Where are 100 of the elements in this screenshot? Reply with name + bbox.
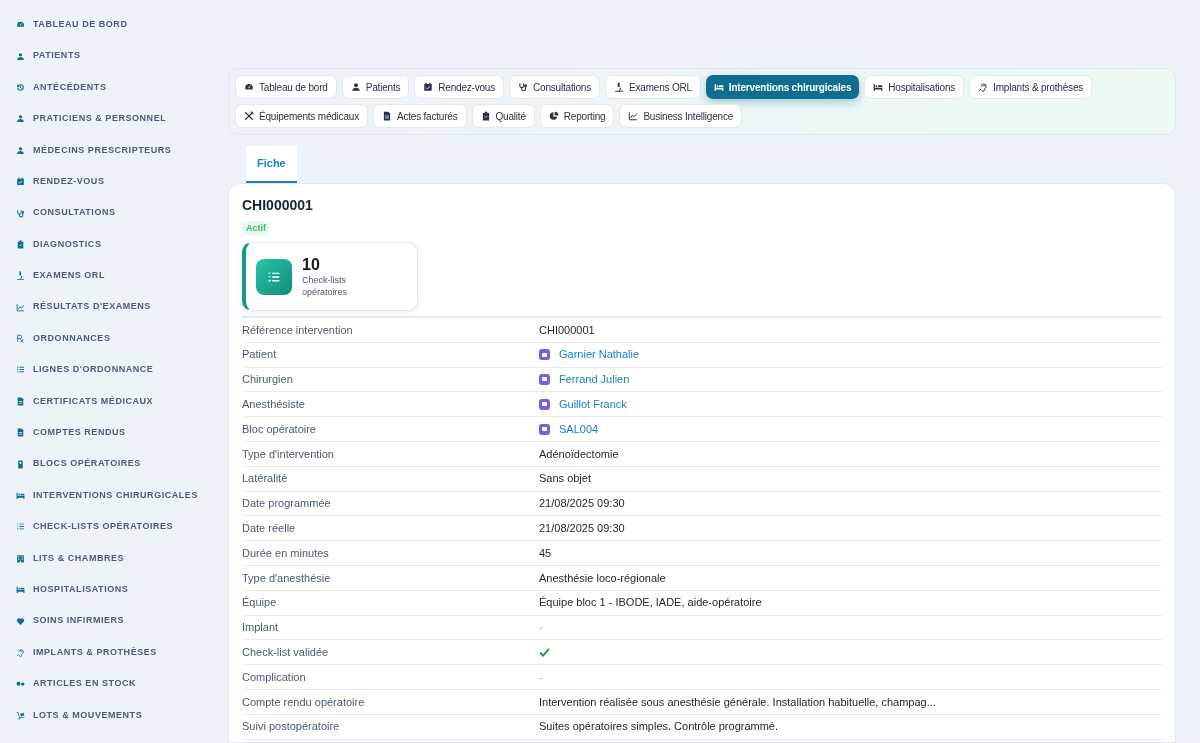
bed-icon <box>713 82 724 92</box>
sidebar-item[interactable]: LITS & CHAMBRES <box>0 542 215 575</box>
document-icon <box>16 396 25 406</box>
field-link[interactable]: Guillot Franck <box>559 396 627 413</box>
sidebar-item[interactable]: SOINS INFIRMIERS <box>0 605 215 637</box>
record-icon <box>539 398 550 410</box>
module-tab[interactable]: Interventions chirurgicales <box>705 75 860 99</box>
module-tab[interactable]: Reporting <box>539 104 615 128</box>
sidebar-item[interactable]: MÉDECINS PRESCRIPTEURS <box>0 134 215 166</box>
field-value: Suites opératoires simples. Contrôle programmé. <box>539 719 779 735</box>
heart-icon <box>16 616 25 626</box>
sidebar-item[interactable]: HOSPITALISATIONS <box>0 574 215 606</box>
bed-icon <box>873 82 884 92</box>
checklist-icon <box>16 522 25 532</box>
field-label: Type d'anesthésie <box>242 570 332 586</box>
module-tab[interactable]: Hospitalisations <box>864 75 965 99</box>
user-icon <box>350 82 361 92</box>
module-tab[interactable]: Rendez-vous <box>414 75 504 99</box>
field-label: Date réelle <box>242 521 297 536</box>
sidebar-item[interactable]: TABLEAU DE BORD <box>0 9 215 41</box>
field-link[interactable]: SAL004 <box>559 420 599 438</box>
prescription-icon <box>16 334 25 344</box>
record-icon <box>539 349 550 361</box>
sidebar-item[interactable]: CHECK-LISTS OPÉRATOIRES <box>0 511 215 543</box>
field-label: Bloc opératoire <box>242 421 317 437</box>
field-label: Implant <box>242 620 280 636</box>
calendar-icon <box>423 82 434 92</box>
module-tab[interactable]: Actes facturés <box>372 104 467 128</box>
sidebar-item[interactable]: INTERVENTIONS CHIRURGICALES <box>0 479 215 512</box>
stat-label: Check-lists opératoires <box>302 273 349 298</box>
sidebar-item[interactable]: COMPTES RENDUS <box>0 417 215 449</box>
record-title: CHI000001 <box>242 196 314 214</box>
field-value: Adénoïdectomie <box>539 446 619 462</box>
document-icon <box>381 111 392 121</box>
field-value: 21/08/2025 09:30 <box>539 521 625 536</box>
field-label: Compte rendu opératoire <box>242 694 366 710</box>
sidebar-item[interactable]: ANTÉCÉDENTS <box>0 71 215 104</box>
sidebar-item[interactable]: PRATICIENS & PERSONNEL <box>0 103 215 135</box>
hospital-icon <box>16 459 25 469</box>
line-chart-icon <box>16 302 25 312</box>
field-value: CHI000001 <box>539 322 595 338</box>
stethoscope-icon <box>518 82 528 92</box>
module-tab[interactable]: Consultations <box>509 75 600 99</box>
gauge-icon <box>16 20 25 30</box>
field-value: Sans objet <box>539 471 591 487</box>
field-label: Chirurgien <box>242 372 294 388</box>
sidebar-item[interactable]: DIAGNOSTICS <box>0 228 215 261</box>
module-tab[interactable]: Examens ORL <box>605 75 701 99</box>
field-value: Intervention réalisée sous anesthésie générale. Installation habituelle, champag... <box>539 694 936 710</box>
detail-tab[interactable]: Fiche <box>246 146 297 183</box>
field-link[interactable]: Ferrand Julien <box>559 371 630 388</box>
sidebar-item[interactable]: ORDONNANCES <box>0 322 215 355</box>
clipboard-icon <box>16 239 25 249</box>
record-icon <box>539 374 550 385</box>
building-icon <box>16 553 25 563</box>
gauge-icon <box>244 82 254 92</box>
record-icon <box>539 423 550 435</box>
clipboard-icon <box>480 111 491 121</box>
sidebar-item[interactable]: LOTS & MOUVEMENTS <box>0 699 215 731</box>
sidebar-item[interactable]: EXAMENS ORL <box>0 260 215 292</box>
field-value: 45 <box>539 545 552 561</box>
sidebar-item[interactable]: CERTIFICATS MÉDICAUX <box>0 385 215 418</box>
stethoscope-icon <box>16 208 25 218</box>
bed-icon <box>16 491 25 501</box>
list-icon <box>16 365 25 375</box>
field-value: - <box>539 620 543 636</box>
sidebar-item[interactable]: ARTICLES EN STOCK <box>0 668 215 700</box>
field-label: Anesthésiste <box>242 397 306 413</box>
module-tab[interactable]: Patients <box>341 75 410 99</box>
pills-icon <box>16 679 25 689</box>
tools-icon <box>244 111 254 121</box>
sidebar-item[interactable]: CONSULTATIONS <box>0 197 215 229</box>
field-value: Anesthésie loco-régionale <box>539 570 666 586</box>
module-tab[interactable]: Équipements médicaux <box>235 104 368 128</box>
bed-icon <box>16 585 25 595</box>
user-icon <box>16 145 25 155</box>
sidebar-item[interactable]: BLOCS OPÉRATOIRES <box>0 448 215 480</box>
line-chart-icon <box>628 111 639 121</box>
sidebar-item[interactable]: IMPLANTS & PROTHÈSES <box>0 636 215 669</box>
module-tab[interactable]: Tableau de bord <box>235 75 337 99</box>
stat-value: 10 <box>302 255 321 274</box>
sidebar-item[interactable]: RENDEZ-VOUS <box>0 165 215 198</box>
field-link[interactable]: Garnier Nathalie <box>559 346 640 363</box>
document-icon <box>16 428 25 438</box>
sidebar-item[interactable]: PATIENTS <box>0 40 215 72</box>
field-label: Durée en minutes <box>242 545 330 561</box>
sidebar-item[interactable]: LIGNES D'ORDONNANCE <box>0 354 215 386</box>
field-value: Équipe bloc 1 - IBODE, IADE, aide-opératoire <box>539 595 762 611</box>
field-label: Complication <box>242 669 307 685</box>
field-label: Latéralité <box>242 471 289 487</box>
sidebar-item[interactable]: RÉSULTATS D'EXAMENS <box>0 291 215 323</box>
module-tab[interactable]: Implants & prothèses <box>969 75 1093 99</box>
module-tab[interactable]: Qualité <box>471 104 535 128</box>
checklist-icon <box>267 269 281 284</box>
calendar-icon <box>16 177 25 187</box>
user-icon <box>16 51 25 61</box>
history-icon <box>16 82 25 92</box>
module-tab[interactable]: Business Intelligence <box>619 104 743 128</box>
field-value: - <box>539 669 543 685</box>
user-icon <box>16 114 25 124</box>
